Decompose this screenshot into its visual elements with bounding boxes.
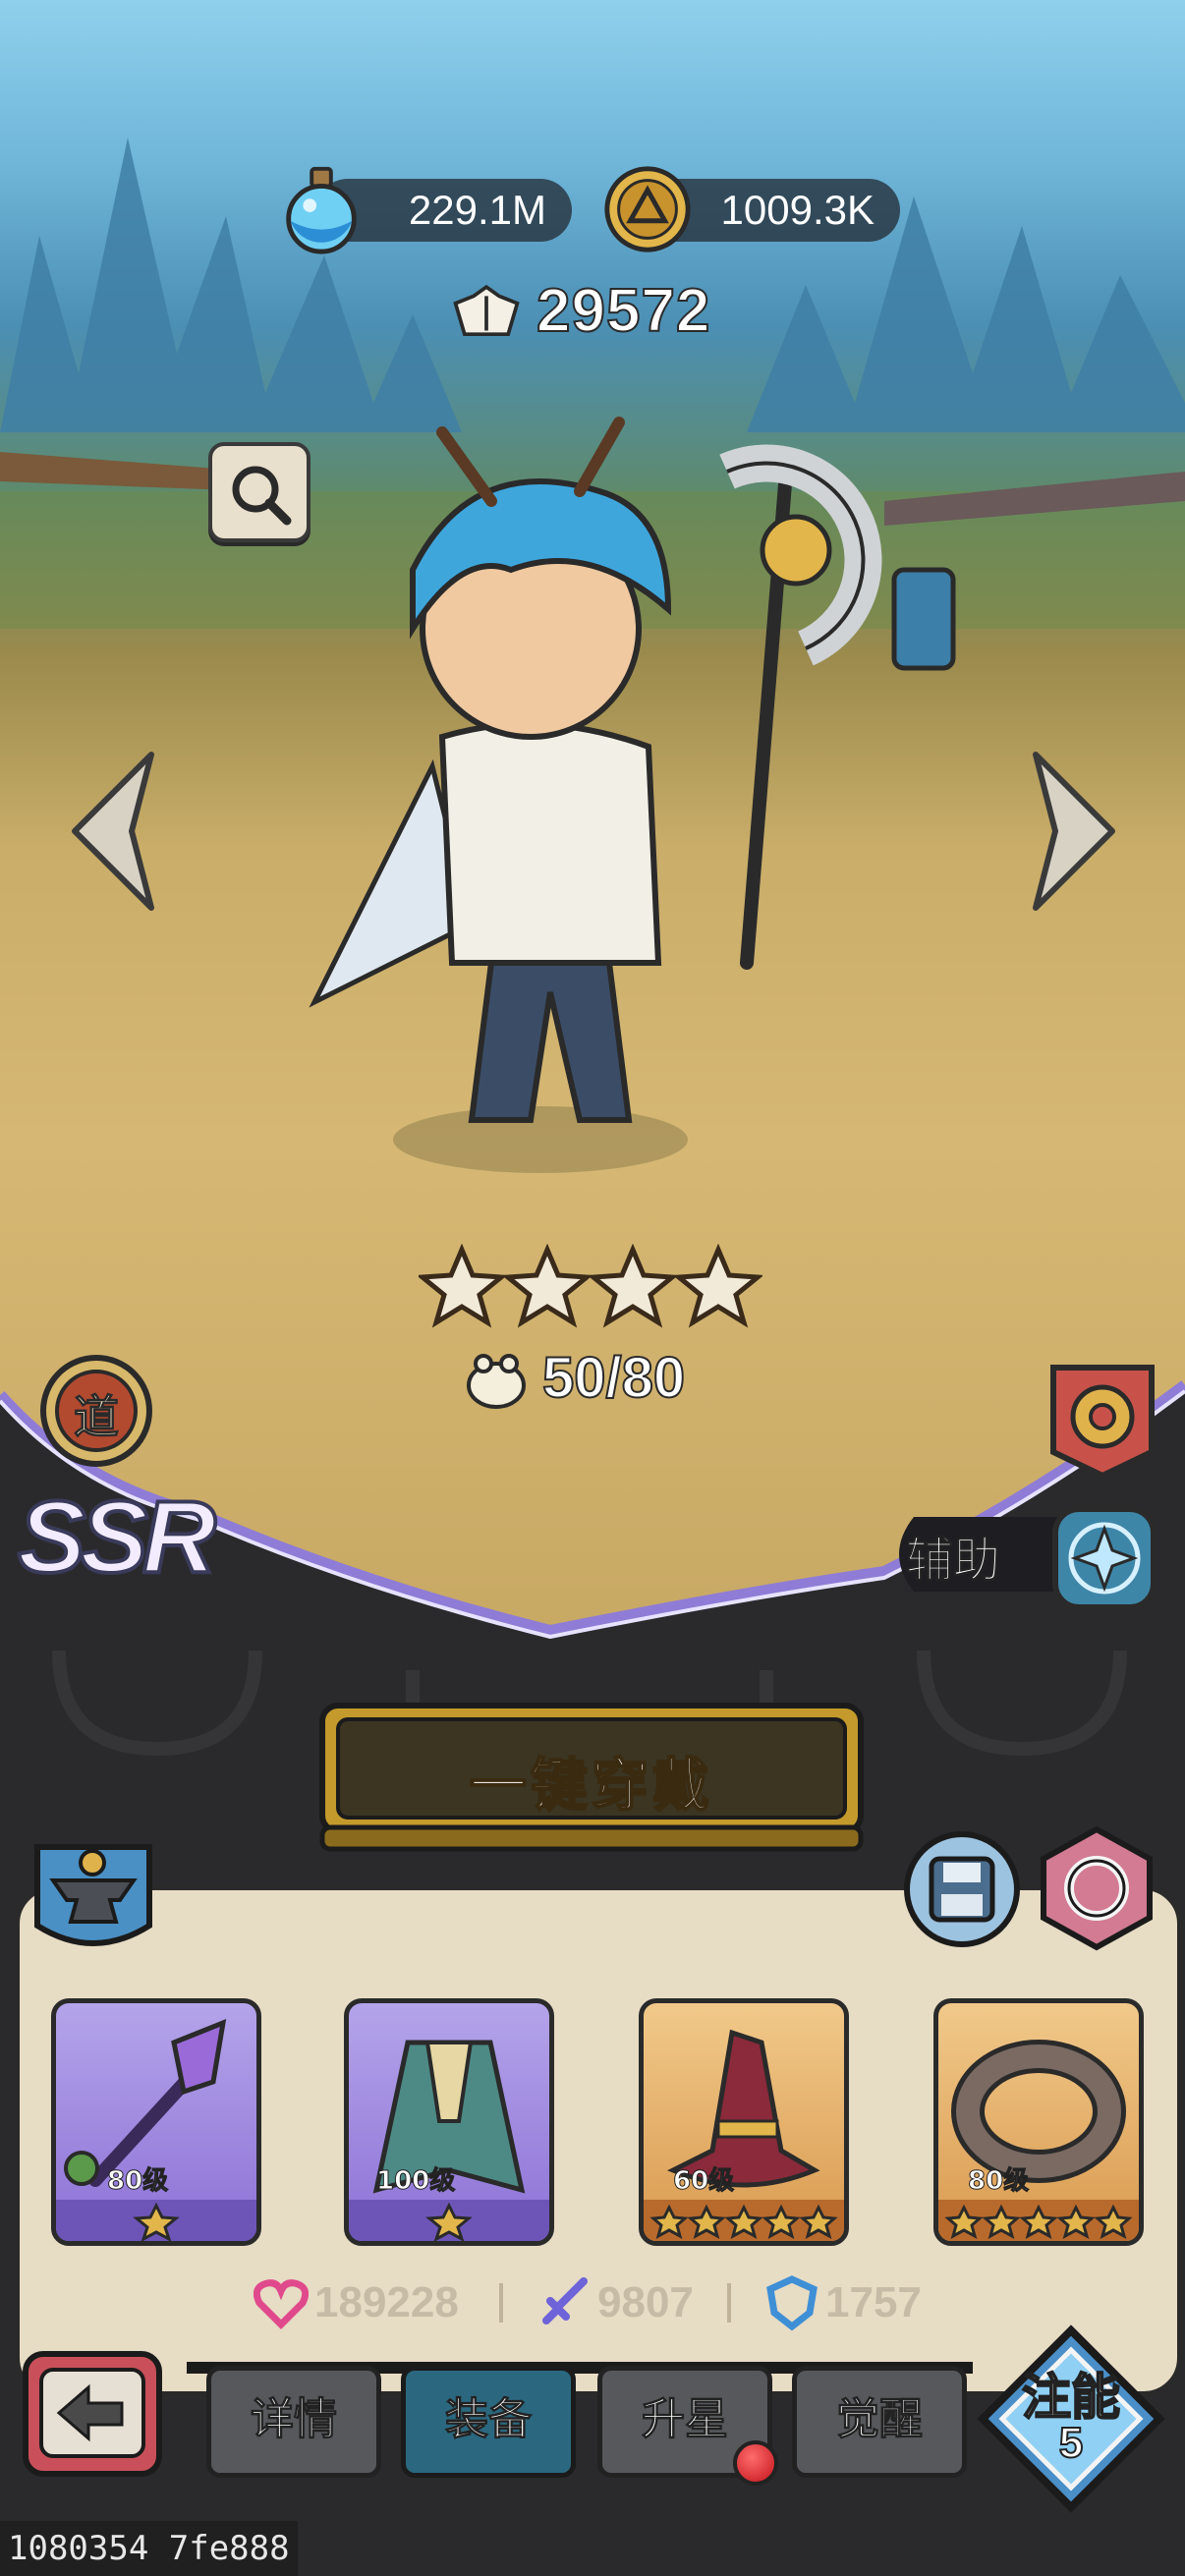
combat-power: 29572 [453, 276, 711, 346]
equipment-slot-weapon[interactable]: 80级 [51, 1998, 261, 2246]
equipment-level: 60级 [672, 2166, 735, 2197]
anvil-forge-icon[interactable] [31, 1827, 155, 1957]
support-role-icon [1052, 1506, 1157, 1610]
coin-counter: 1009.3K [604, 166, 900, 252]
infuse-count: 5 [1058, 2418, 1084, 2468]
back-arrow-icon[interactable] [20, 2348, 165, 2486]
potion-value: 229.1M [408, 187, 546, 233]
tab-awaken[interactable]: 觉醒 [792, 2366, 967, 2478]
equipment-star-bar [644, 2200, 844, 2241]
stat-divider [499, 2283, 503, 2323]
stat-divider [727, 2283, 731, 2323]
equipment-star-bar [938, 2200, 1139, 2241]
equipment-slot-helmet[interactable]: 60级 [639, 1998, 849, 2246]
tab-details[interactable]: 详情 [206, 2366, 381, 2478]
rarity-label: SSR [16, 1479, 218, 1596]
stat-hp: 189228 [254, 2273, 459, 2332]
combat-power-icon [453, 285, 520, 337]
stat-attack: 9807 [536, 2273, 694, 2332]
equip-all-label: 一键穿戴 [469, 1751, 713, 1820]
session-id-label: 1080354 7fe888 [0, 2521, 298, 2576]
rarity-badge: SSR [16, 1474, 218, 1601]
stat-defense: 1757 [764, 2273, 922, 2332]
equipment-slot-armor[interactable]: 100级 [344, 1998, 554, 2246]
heart-icon [254, 2279, 309, 2329]
equipment-level: 100级 [375, 2166, 456, 2197]
equip-all-button[interactable]: 一键穿戴 [316, 1700, 867, 1857]
equipment-star-bar [56, 2200, 256, 2241]
gold-coin-icon [604, 166, 691, 252]
stat-attack-value: 9807 [597, 2278, 694, 2326]
notification-dot [733, 2440, 778, 2486]
prev-hero-arrow-icon[interactable] [63, 747, 171, 914]
tab-equipment[interactable]: 装备 [401, 2366, 576, 2478]
gear-banner-icon[interactable] [1044, 1362, 1161, 1480]
faction-badge-label: 道 [74, 1390, 120, 1444]
infuse-button[interactable]: 注能 5 [977, 2324, 1165, 2513]
save-loadout-icon[interactable] [902, 1829, 1022, 1949]
equipment-slot-ring[interactable]: 80级 [933, 1998, 1144, 2246]
equipment-star-bar [349, 2200, 549, 2241]
magnifier-icon [232, 466, 292, 526]
potion-counter: 229.1M [286, 166, 572, 254]
hero-role: 辅助 [884, 1503, 1169, 1610]
hero-character-portrait [309, 417, 956, 1173]
reset-equipment-icon[interactable] [1034, 1825, 1159, 1951]
blue-potion-icon [286, 166, 357, 254]
equipment-level: 80级 [106, 2166, 169, 2197]
shield-icon [766, 2275, 818, 2330]
equipment-level: 80级 [967, 2166, 1030, 2197]
combat-power-value: 29572 [536, 276, 711, 346]
stat-defense-value: 1757 [825, 2278, 922, 2326]
coin-value: 1009.3K [720, 187, 875, 233]
stat-hp-value: 189228 [314, 2278, 459, 2326]
role-label: 辅助 [905, 1533, 1001, 1589]
next-hero-arrow-icon[interactable] [1016, 747, 1124, 914]
sword-icon [542, 2277, 588, 2324]
